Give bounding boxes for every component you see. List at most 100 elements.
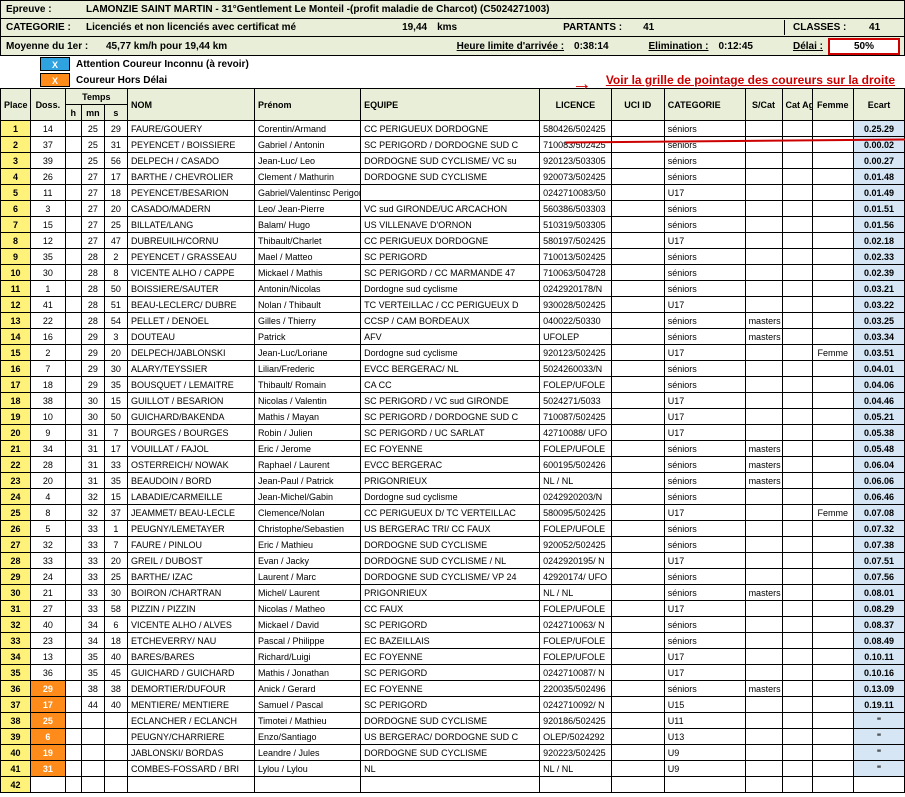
- cell-equipe: DORDOGNE SUD CYCLISME: [361, 713, 540, 729]
- table-row: 34133540BARES/BARESRichard/LuigiEC FOYEN…: [1, 649, 905, 665]
- cell-nom: ECLANCHER / ECLANCH: [127, 713, 254, 729]
- cell-ecart: 0.04.01: [854, 361, 905, 377]
- cell-place: 22: [1, 457, 31, 473]
- cell-place: 20: [1, 425, 31, 441]
- cell-femme: [812, 409, 854, 425]
- cell-femme: [812, 585, 854, 601]
- cell-scat: masters: [745, 329, 782, 345]
- cell-equipe: NL: [361, 761, 540, 777]
- table-row: 30213330BOIRON /CHARTRANMichel/ LaurentP…: [1, 585, 905, 601]
- cell-nom: COMBES-FOSSARD / BRI: [127, 761, 254, 777]
- cell-doss: 37: [31, 137, 66, 153]
- cell-femme: [812, 521, 854, 537]
- cell-h: [65, 489, 81, 505]
- cell-uci: [611, 393, 664, 409]
- cell-prenom: Evan / Jacky: [254, 553, 360, 569]
- th-femme: Femme: [812, 89, 854, 121]
- cell-scat: [745, 601, 782, 617]
- cell-prenom: Michel/ Laurent: [254, 585, 360, 601]
- cell-place: 42: [1, 777, 31, 793]
- cell-s: [104, 777, 127, 793]
- cell-cat: U17: [664, 233, 745, 249]
- cell-h: [65, 441, 81, 457]
- cell-prenom: Mathis / Jonathan: [254, 665, 360, 681]
- cell-ecart: ": [854, 729, 905, 745]
- cell-s: 25: [104, 569, 127, 585]
- cell-place: 30: [1, 585, 31, 601]
- cell-mn: 31: [81, 425, 104, 441]
- cell-scat: masters: [745, 473, 782, 489]
- cell-h: [65, 297, 81, 313]
- cell-scat: [745, 361, 782, 377]
- cell-scat: [745, 553, 782, 569]
- cell-cat: U17: [664, 649, 745, 665]
- cell-lic: 510319/503305: [540, 217, 612, 233]
- cell-nom: BOISSIERE/SAUTER: [127, 281, 254, 297]
- cell-s: 15: [104, 393, 127, 409]
- cell-uci: [611, 297, 664, 313]
- cell-s: 7: [104, 425, 127, 441]
- cell-mn: 25: [81, 121, 104, 137]
- cell-cat: séniors: [664, 377, 745, 393]
- cell-femme: [812, 601, 854, 617]
- cell-cat: séniors: [664, 137, 745, 153]
- table-row: 1112850BOISSIERE/SAUTERAntonin/NicolasDo…: [1, 281, 905, 297]
- cell-prenom: Nicolas / Matheo: [254, 601, 360, 617]
- cell-lic: 920073/502425: [540, 169, 612, 185]
- cell-lic: OLEP/5024292: [540, 729, 612, 745]
- cell-prenom: Corentin/Armand: [254, 121, 360, 137]
- cell-ecart: 0.08.29: [854, 601, 905, 617]
- table-row: 4262717BARTHE / CHEVROLIERClement / Math…: [1, 169, 905, 185]
- cell-mn: 27: [81, 233, 104, 249]
- cell-mn: 32: [81, 489, 104, 505]
- cell-h: [65, 313, 81, 329]
- cell-scat: masters: [745, 585, 782, 601]
- cell-place: 25: [1, 505, 31, 521]
- cell-ecart: 0.02.33: [854, 249, 905, 265]
- cell-lic: FOLEP/UFOLE: [540, 377, 612, 393]
- cell-femme: [812, 169, 854, 185]
- cell-lic: 0242710087/ N: [540, 665, 612, 681]
- table-row: 7152725BILLATE/LANGBalam/ HugoUS VILLENA…: [1, 217, 905, 233]
- cell-equipe: SC PERIGORD: [361, 617, 540, 633]
- th-scat: S/Cat: [745, 89, 782, 121]
- cell-mn: 25: [81, 153, 104, 169]
- cell-age: [782, 281, 812, 297]
- cell-lic: 040022/50330: [540, 313, 612, 329]
- cell-place: 38: [1, 713, 31, 729]
- table-row: 13222854PELLET / DENOELGilles / ThierryC…: [1, 313, 905, 329]
- cell-lic: 0242710092/ N: [540, 697, 612, 713]
- cell-lic: 42710088/ UFO: [540, 425, 612, 441]
- cell-h: [65, 233, 81, 249]
- cell-place: 6: [1, 201, 31, 217]
- cell-uci: [611, 345, 664, 361]
- grid-link[interactable]: Voir la grille de pointage des coureurs …: [606, 73, 895, 87]
- cell-age: [782, 329, 812, 345]
- cell-s: 20: [104, 201, 127, 217]
- table-row: 632720CASADO/MADERNLeo/ Jean-PierreVC su…: [1, 201, 905, 217]
- cell-scat: [745, 121, 782, 137]
- table-row: 8122747DUBREUILH/CORNUThibault/CharletCC…: [1, 233, 905, 249]
- cell-place: 16: [1, 361, 31, 377]
- cell-place: 27: [1, 537, 31, 553]
- cell-femme: [812, 617, 854, 633]
- cell-femme: [812, 281, 854, 297]
- cell-prenom: Timotei / Mathieu: [254, 713, 360, 729]
- cell-place: 36: [1, 681, 31, 697]
- cell-h: [65, 409, 81, 425]
- cell-nom: BOURGES / BOURGES: [127, 425, 254, 441]
- cell-h: [65, 377, 81, 393]
- table-row: 18383015GUILLOT / BESARIONNicolas / Vale…: [1, 393, 905, 409]
- cell-age: [782, 697, 812, 713]
- cell-mn: 28: [81, 281, 104, 297]
- cell-scat: [745, 169, 782, 185]
- cell-mn: 33: [81, 537, 104, 553]
- cell-scat: [745, 649, 782, 665]
- cell-equipe: EVCC BERGERAC: [361, 457, 540, 473]
- cell-scat: masters: [745, 441, 782, 457]
- cell-s: 3: [104, 329, 127, 345]
- cell-s: 20: [104, 553, 127, 569]
- cell-nom: PEYENCET / BOISSIERE: [127, 137, 254, 153]
- cell-ecart: 0.07.08: [854, 505, 905, 521]
- cell-age: [782, 665, 812, 681]
